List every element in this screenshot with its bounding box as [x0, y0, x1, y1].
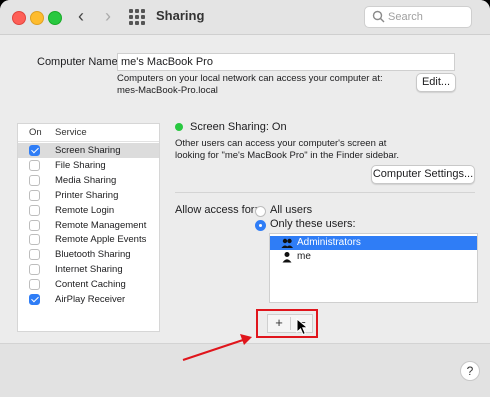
sharing-window: ‹ › Sharing Search Computer Name: me's M…	[0, 0, 490, 397]
mouse-pointer-icon	[296, 318, 309, 336]
annotation-arrow-icon	[182, 334, 252, 361]
